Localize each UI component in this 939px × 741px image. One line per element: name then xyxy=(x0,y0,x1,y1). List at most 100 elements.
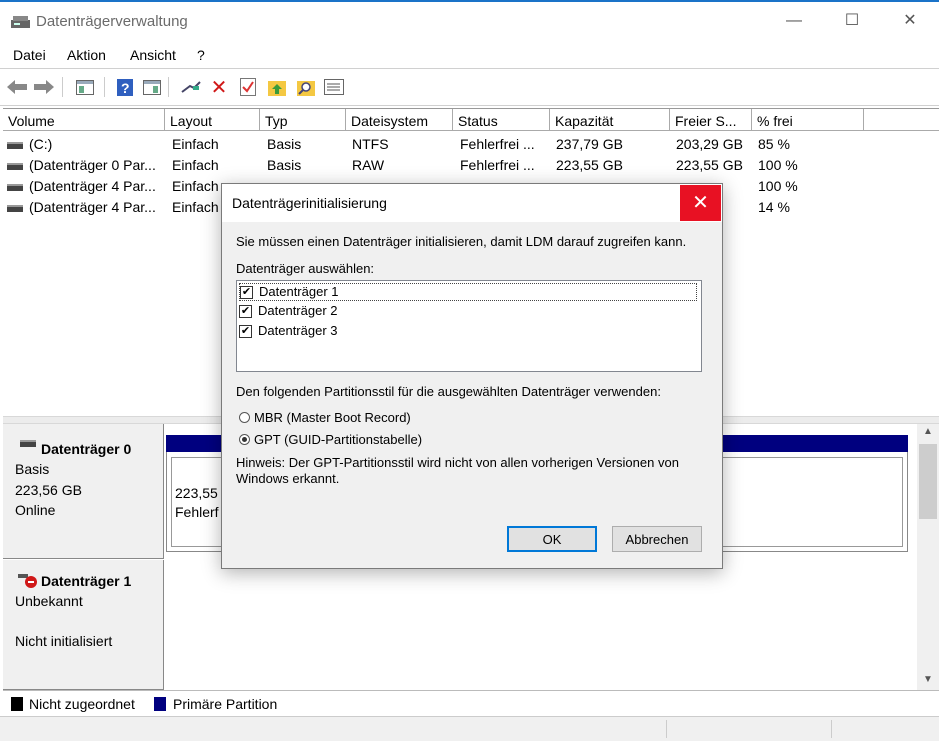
scroll-up-icon[interactable]: ▲ xyxy=(923,426,933,437)
disk-0-type: Basis xyxy=(15,461,50,477)
partition-size: 223,55 xyxy=(175,485,218,501)
toolbar-separator xyxy=(168,77,169,97)
cell-kapazitaet: 223,55 GB xyxy=(556,157,623,173)
refresh-folder-icon[interactable] xyxy=(266,77,288,97)
unallocated-swatch xyxy=(11,697,23,711)
dialog-close-button[interactable]: ✕ xyxy=(680,185,721,221)
delete-icon[interactable]: ✕ xyxy=(208,77,230,99)
col-layout[interactable]: Layout xyxy=(165,109,260,131)
disk-listbox[interactable]: ✔ Datenträger 1 ✔ Datenträger 2 ✔ Datenträg… xyxy=(236,280,702,372)
col-freier-speicher[interactable]: Freier S... xyxy=(670,109,752,131)
toolbar-separator xyxy=(62,77,63,97)
disk-0-panel[interactable]: Datenträger 0 Basis 223,56 GB Online xyxy=(3,424,164,559)
forward-arrow-icon[interactable] xyxy=(33,77,55,97)
cell-freier-speicher: 223,55 GB xyxy=(676,157,743,173)
radio-button-selected[interactable] xyxy=(239,434,250,446)
disk-0-name: Datenträger 0 xyxy=(41,441,132,457)
menu-bar: Datei Aktion Ansicht ? xyxy=(0,40,939,68)
primary-swatch xyxy=(154,697,166,711)
minimize-button[interactable]: — xyxy=(771,2,817,40)
initialize-disk-dialog: Datenträgerinitialisierung ✕ Sie müssen … xyxy=(221,183,723,569)
dialog-title: Datenträgerinitialisierung xyxy=(232,195,387,211)
cancel-button[interactable]: Abbrechen xyxy=(612,526,702,552)
menu-datei[interactable]: Datei xyxy=(13,47,46,63)
maximize-button[interactable]: ☐ xyxy=(829,2,875,40)
volume-icon xyxy=(7,162,23,170)
col-prozent-frei[interactable]: % frei xyxy=(752,109,864,131)
cell-typ: Basis xyxy=(267,136,302,152)
status-divider xyxy=(666,720,667,738)
connect-icon[interactable] xyxy=(180,77,202,97)
cell-layout: Einfach xyxy=(172,136,219,152)
cell-prozent-frei: 100 % xyxy=(758,178,798,194)
scroll-down-icon[interactable]: ▼ xyxy=(923,674,933,685)
menu-aktion[interactable]: Aktion xyxy=(67,47,106,63)
search-folder-icon[interactable] xyxy=(295,77,317,97)
cell-dateisystem: RAW xyxy=(352,157,385,173)
col-volume[interactable]: Volume xyxy=(3,109,165,131)
col-kapazitaet[interactable]: Kapazität xyxy=(550,109,670,131)
cell-typ: Basis xyxy=(267,157,302,173)
partition-status: Fehlerf xyxy=(175,504,219,520)
cell-prozent-frei: 14 % xyxy=(758,199,790,215)
disk-0-size: 223,56 GB xyxy=(15,482,82,498)
ok-button[interactable]: OK xyxy=(507,526,597,552)
gpt-option[interactable]: GPT (GUID-Partitionstabelle) xyxy=(239,432,422,447)
table-row-volume[interactable]: (Datenträger 4 Par... xyxy=(7,197,163,218)
checkbox-checked[interactable]: ✔ xyxy=(239,305,252,319)
scroll-thumb[interactable] xyxy=(919,444,937,519)
checkbox-checked[interactable]: ✔ xyxy=(239,325,252,339)
back-arrow-icon[interactable] xyxy=(6,77,28,97)
disk-1-type: Unbekannt xyxy=(15,593,83,609)
disk-1-panel[interactable]: Datenträger 1 Unbekannt Nicht initialisi… xyxy=(3,560,164,690)
console-tree-icon[interactable] xyxy=(74,77,96,97)
col-empty xyxy=(864,109,939,131)
col-status[interactable]: Status xyxy=(453,109,550,131)
cell-kapazitaet: 237,79 GB xyxy=(556,136,623,152)
cell-status: Fehlerfrei ... xyxy=(460,157,535,173)
disk-error-icon xyxy=(18,574,37,588)
help-icon[interactable]: ? xyxy=(114,77,136,97)
mbr-option[interactable]: MBR (Master Boot Record) xyxy=(239,410,411,425)
disk-list-item[interactable]: ✔ Datenträger 3 xyxy=(239,323,338,341)
status-divider xyxy=(831,720,832,738)
status-bar xyxy=(0,716,939,741)
gpt-hint: Hinweis: Der GPT-Partitionsstil wird nic… xyxy=(236,455,679,486)
disk-0-state: Online xyxy=(15,502,56,518)
table-row-volume[interactable]: (C:) xyxy=(7,134,163,155)
disk-1-name: Datenträger 1 xyxy=(41,573,132,589)
radio-button[interactable] xyxy=(239,412,250,424)
table-row-volume[interactable]: (Datenträger 0 Par... xyxy=(7,155,163,176)
properties-icon[interactable] xyxy=(237,77,259,97)
cell-layout: Einfach xyxy=(172,178,219,194)
action-pane-icon[interactable] xyxy=(141,77,163,97)
dialog-title-bar: Datenträgerinitialisierung xyxy=(222,184,722,222)
window-title: Datenträgerverwaltung xyxy=(36,13,188,30)
col-dateisystem[interactable]: Dateisystem xyxy=(346,109,453,131)
cell-freier-speicher: 203,29 GB xyxy=(676,136,743,152)
disk-icon xyxy=(20,440,36,447)
dialog-intro: Sie müssen einen Datenträger initialisie… xyxy=(236,234,687,249)
disk-list-item[interactable]: ✔ Datenträger 1 xyxy=(239,283,697,301)
cell-layout: Einfach xyxy=(172,199,219,215)
table-row-volume[interactable]: (Datenträger 4 Par... xyxy=(7,176,163,197)
menu-ansicht[interactable]: Ansicht xyxy=(130,47,176,63)
menu-help[interactable]: ? xyxy=(197,47,205,63)
partition-style-label: Den folgenden Partitionsstil für die aus… xyxy=(236,384,661,399)
list-view-icon[interactable] xyxy=(323,77,345,97)
vertical-scrollbar[interactable]: ▲ ▼ xyxy=(917,424,939,690)
legend: Nicht zugeordnet Primäre Partition xyxy=(3,690,939,717)
toolbar-separator xyxy=(104,77,105,97)
cell-prozent-frei: 100 % xyxy=(758,157,798,173)
cell-layout: Einfach xyxy=(172,157,219,173)
checkbox-checked[interactable]: ✔ xyxy=(240,286,253,300)
disk-management-icon xyxy=(11,16,30,28)
toolbar: ? ✕ xyxy=(0,68,939,106)
disk-list-item[interactable]: ✔ Datenträger 2 xyxy=(239,303,338,321)
close-window-button[interactable]: ✕ xyxy=(887,2,933,40)
legend-unallocated: Nicht zugeordnet xyxy=(29,696,135,712)
cell-status: Fehlerfrei ... xyxy=(460,136,535,152)
disk-1-state: Nicht initialisiert xyxy=(15,633,113,649)
col-typ[interactable]: Typ xyxy=(260,109,346,131)
volume-icon xyxy=(7,204,23,212)
